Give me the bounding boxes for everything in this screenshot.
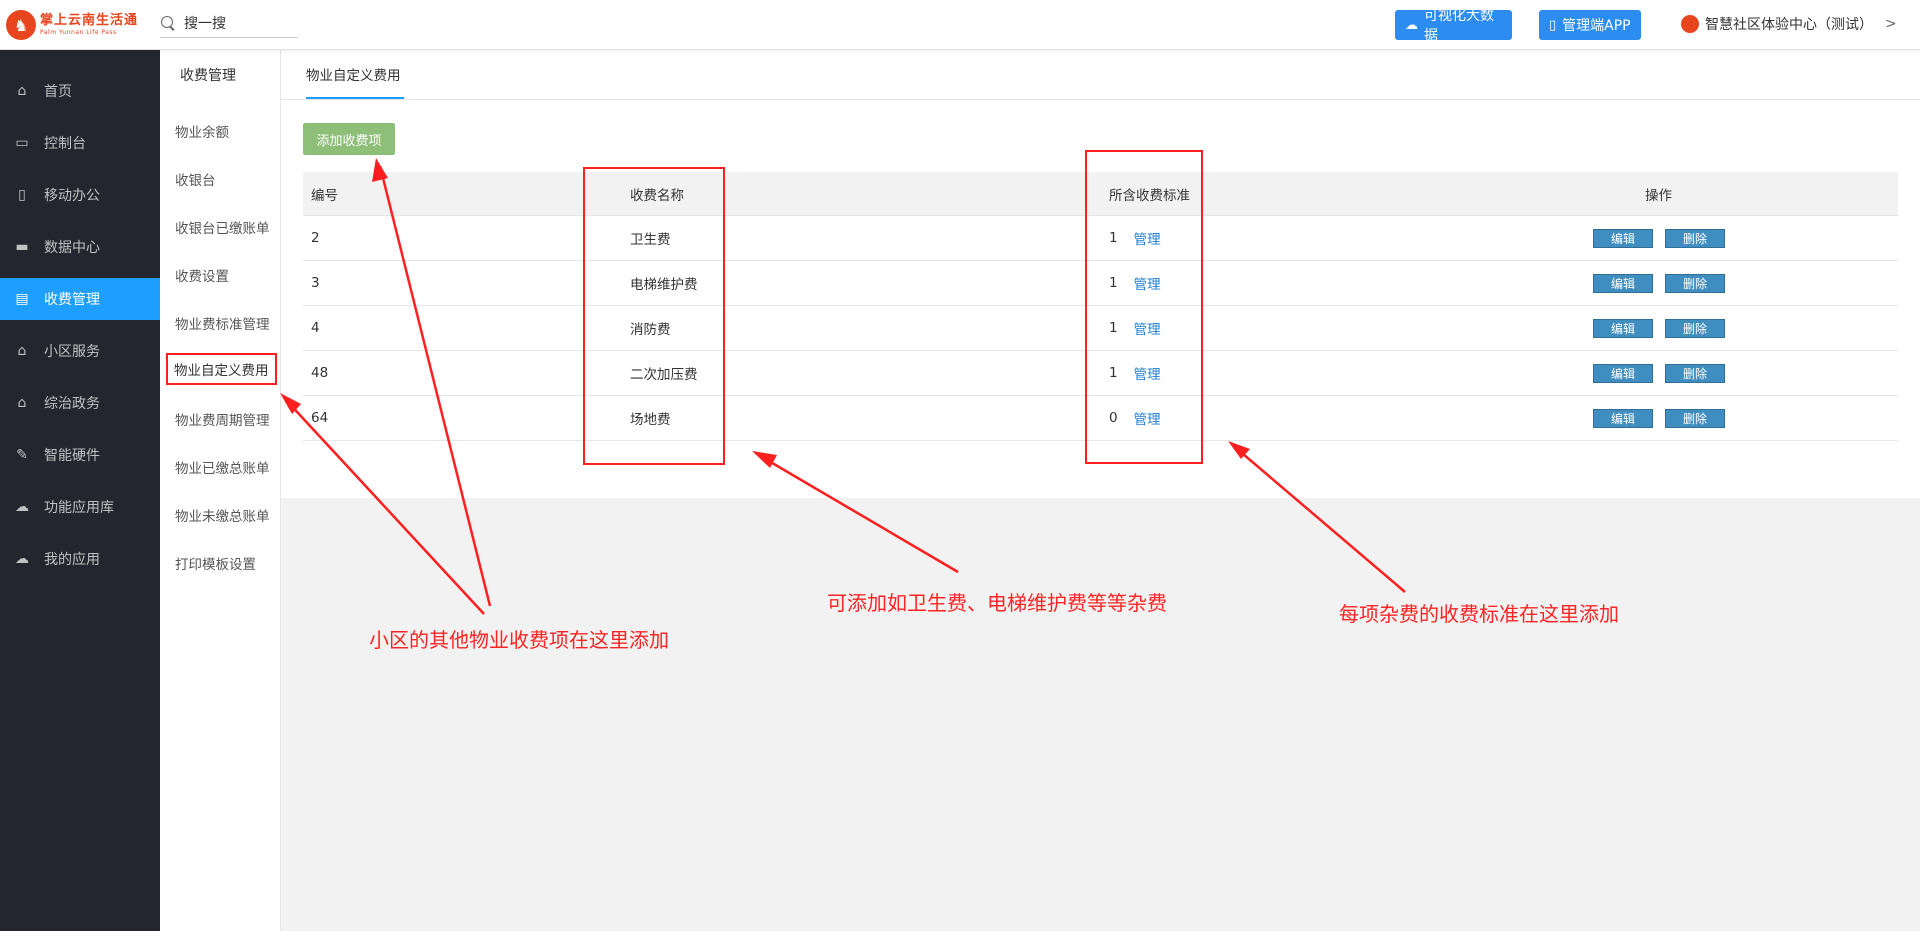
row-id: 2 <box>311 230 320 246</box>
header-ops: 操作 <box>1645 187 1672 204</box>
mobile-icon: ▯ <box>1549 17 1557 33</box>
chevron-right-icon: > <box>1885 16 1897 32</box>
annotation-box-name-column <box>583 167 725 465</box>
row-actions: 编辑 删除 <box>1593 351 1737 395</box>
annotation-box-standards-column <box>1085 150 1203 464</box>
bigdata-label: 可视化大数据 <box>1424 8 1494 44</box>
delete-button[interactable]: 删除 <box>1665 318 1725 338</box>
delete-button[interactable]: 删除 <box>1665 273 1725 293</box>
nav-item-label: 综治政务 <box>44 396 100 412</box>
nav-item-smart-hardware[interactable]: ✎ 智能硬件 <box>0 434 160 476</box>
cloud-download-icon: ☁ <box>15 499 29 515</box>
subnav-title: 收费管理 <box>180 68 236 84</box>
subnav-item[interactable]: 收银台已缴账单 <box>175 217 270 237</box>
search-icon <box>160 15 176 31</box>
nav-item-label: 小区服务 <box>44 344 100 360</box>
tablet-icon: ▯ <box>18 187 26 203</box>
brand-name-cn: 掌上云南生活通 <box>40 13 139 28</box>
nav-item-label: 移动办公 <box>44 188 100 204</box>
wrench-icon: ✎ <box>16 447 28 463</box>
nav-item-community-service[interactable]: ⌂ 小区服务 <box>0 330 160 372</box>
header-id: 编号 <box>311 187 338 204</box>
cloud-icon: ☁ <box>1405 17 1418 33</box>
row-id: 64 <box>311 410 329 426</box>
search-box[interactable]: 搜一搜 <box>160 9 298 38</box>
tab-custom-fees[interactable]: 物业自定义费用 <box>306 64 401 84</box>
annotation-right: 每项杂费的收费标准在这里添加 <box>1339 602 1619 626</box>
annotation-left: 小区的其他物业收费项在这里添加 <box>369 628 669 652</box>
tab-divider <box>281 99 1920 100</box>
nav-item-label: 数据中心 <box>44 240 100 256</box>
edit-button[interactable]: 编辑 <box>1593 408 1653 428</box>
row-actions: 编辑 删除 <box>1593 306 1737 350</box>
delete-button[interactable]: 删除 <box>1665 363 1725 383</box>
subnav-item[interactable]: 收费设置 <box>175 265 229 285</box>
credit-card-icon: ▤ <box>15 291 29 307</box>
nav-item-label: 控制台 <box>44 136 86 152</box>
delete-button[interactable]: 删除 <box>1665 228 1725 248</box>
brand-name-en: Palm Yunnan Life Pass <box>40 29 117 36</box>
admin-app-button[interactable]: ▯ 管理端APP <box>1539 10 1641 40</box>
nav-item-label: 功能应用库 <box>44 500 114 516</box>
row-actions: 编辑 删除 <box>1593 216 1737 260</box>
subnav-item[interactable]: 物业费标准管理 <box>175 313 270 333</box>
community-logo-icon <box>1681 15 1699 33</box>
sub-sidebar: 收费管理 物业余额 收银台 收银台已缴账单 收费设置 物业费标准管理 物业自定义… <box>160 50 281 931</box>
admin-app-label: 管理端APP <box>1562 18 1631 34</box>
nav-item-console[interactable]: ▭ 控制台 <box>0 122 160 164</box>
annotation-middle: 可添加如卫生费、电梯维护费等等杂费 <box>827 591 1167 615</box>
subnav-item[interactable]: 收银台 <box>175 169 216 189</box>
nav-item-label: 我的应用 <box>44 552 100 568</box>
home-icon: ⌂ <box>17 83 27 99</box>
subnav-item[interactable]: 物业已缴总账单 <box>175 457 270 477</box>
brand-text: 掌上云南生活通 Palm Yunnan Life Pass <box>40 14 138 36</box>
row-id: 4 <box>311 320 320 336</box>
add-fee-item-button[interactable]: 添加收费项 <box>303 123 395 155</box>
nav-item-label: 首页 <box>44 84 72 100</box>
elephant-logo-icon: ♞ <box>6 10 36 40</box>
subnav-item[interactable]: 物业费周期管理 <box>175 409 270 429</box>
search-input[interactable]: 搜一搜 <box>184 13 226 33</box>
nav-item-home[interactable]: ⌂ 首页 <box>0 70 160 112</box>
row-id: 48 <box>311 365 329 381</box>
nav-item-app-library[interactable]: ☁ 功能应用库 <box>0 486 160 528</box>
subnav-item[interactable]: 物业未缴总账单 <box>175 505 270 525</box>
row-id: 3 <box>311 275 320 291</box>
community-label: 智慧社区体验中心（测试） <box>1705 17 1873 33</box>
brand-logo[interactable]: ♞ 掌上云南生活通 Palm Yunnan Life Pass <box>6 9 138 41</box>
nav-item-my-apps[interactable]: ☁ 我的应用 <box>0 538 160 580</box>
bank-icon: ⌂ <box>17 395 27 411</box>
edit-button[interactable]: 编辑 <box>1593 273 1653 293</box>
cloud-icon: ☁ <box>15 551 29 567</box>
delete-button[interactable]: 删除 <box>1665 408 1725 428</box>
home-icon: ⌂ <box>17 343 27 359</box>
edit-button[interactable]: 编辑 <box>1593 228 1653 248</box>
nav-item-label: 收费管理 <box>44 292 100 308</box>
briefcase-icon: ▬ <box>15 239 29 255</box>
bigdata-button[interactable]: ☁ 可视化大数据 <box>1395 8 1512 44</box>
laptop-icon: ▭ <box>15 135 29 151</box>
nav-item-label: 智能硬件 <box>44 448 100 464</box>
sidebar: ⌂ 首页 ▭ 控制台 ▯ 移动办公 ▬ 数据中心 ▤ 收费管理 ⌂ 小区服务 ⌂… <box>0 50 160 931</box>
community-switcher[interactable]: 智慧社区体验中心（测试） > <box>1681 14 1897 34</box>
row-actions: 编辑 删除 <box>1593 396 1737 440</box>
nav-item-billing[interactable]: ▤ 收费管理 <box>0 278 160 320</box>
subnav-item-active[interactable]: 物业自定义费用 <box>166 353 277 385</box>
top-bar: ♞ 掌上云南生活通 Palm Yunnan Life Pass 搜一搜 ☁ 可视… <box>0 0 1920 50</box>
edit-button[interactable]: 编辑 <box>1593 363 1653 383</box>
nav-item-mobile-office[interactable]: ▯ 移动办公 <box>0 174 160 216</box>
row-actions: 编辑 删除 <box>1593 261 1737 305</box>
nav-item-data-center[interactable]: ▬ 数据中心 <box>0 226 160 268</box>
edit-button[interactable]: 编辑 <box>1593 318 1653 338</box>
nav-item-governance[interactable]: ⌂ 综治政务 <box>0 382 160 424</box>
subnav-item[interactable]: 打印模板设置 <box>175 553 256 573</box>
subnav-item[interactable]: 物业余额 <box>175 121 229 141</box>
